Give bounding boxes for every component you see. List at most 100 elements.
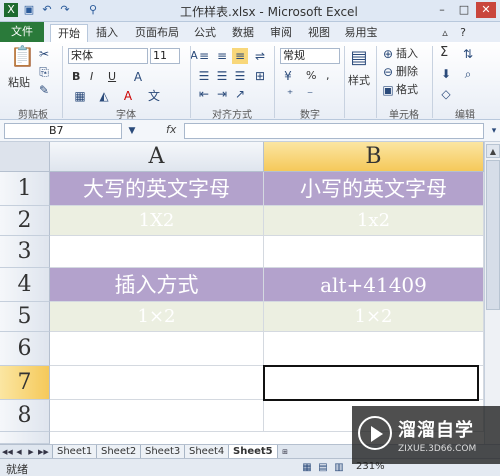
insert-cells-icon[interactable]: ⊕ bbox=[380, 46, 396, 62]
find-icon[interactable]: ⌕ bbox=[460, 66, 476, 82]
decrease-decimal-icon[interactable]: ⁻ bbox=[302, 86, 318, 102]
delete-cells-icon[interactable]: ⊖ bbox=[380, 64, 396, 80]
cell-a4[interactable]: 插入方式 bbox=[50, 268, 264, 302]
align-top-icon[interactable]: ≡ bbox=[196, 48, 212, 64]
currency-icon[interactable]: ¥ bbox=[280, 68, 296, 84]
bold-button[interactable]: B bbox=[72, 70, 80, 84]
new-sheet-icon[interactable]: ⊞ bbox=[278, 446, 292, 458]
cell-a5[interactable]: 1×2 bbox=[50, 302, 264, 332]
wrap-text-icon[interactable]: ⇌ bbox=[252, 48, 268, 64]
copy-icon[interactable]: ⎘ bbox=[36, 64, 52, 80]
orientation-icon[interactable]: ↗ bbox=[232, 86, 248, 102]
close-icon[interactable]: ✕ bbox=[476, 2, 496, 18]
tab-insert[interactable]: 插入 bbox=[92, 24, 122, 42]
decrease-indent-icon[interactable]: ⇤ bbox=[196, 86, 212, 102]
row-header-7[interactable]: 7 bbox=[0, 366, 50, 400]
prev-sheet-icon[interactable]: ◀ bbox=[14, 446, 24, 458]
page-break-view-icon[interactable]: ▥ bbox=[332, 460, 346, 474]
minimize-icon[interactable]: – bbox=[432, 2, 452, 18]
tab-review[interactable]: 审阅 bbox=[266, 24, 296, 42]
first-sheet-icon[interactable]: ◀◀ bbox=[2, 446, 13, 458]
number-format-select[interactable]: 常规 bbox=[280, 48, 340, 64]
insert-function-button[interactable]: fx bbox=[166, 123, 176, 136]
font-color-icon[interactable]: A bbox=[130, 69, 146, 85]
formula-input[interactable] bbox=[184, 123, 484, 139]
name-box[interactable]: B7 bbox=[4, 123, 122, 139]
scroll-thumb[interactable] bbox=[486, 160, 500, 310]
delete-cells-button[interactable]: 删除 bbox=[396, 65, 418, 79]
cut-icon[interactable]: ✂ bbox=[36, 46, 52, 62]
borders-icon[interactable]: ▦ bbox=[72, 88, 88, 104]
row-header-3[interactable]: 3 bbox=[0, 236, 50, 268]
name-box-dropdown-icon[interactable]: ▼ bbox=[124, 123, 140, 139]
merge-icon[interactable]: ⊞ bbox=[252, 68, 268, 84]
vertical-scrollbar[interactable]: ▲ bbox=[484, 142, 500, 444]
align-right-icon[interactable]: ☰ bbox=[232, 68, 248, 84]
tab-easy-use[interactable]: 易用宝 bbox=[340, 24, 382, 42]
sheet-tab-5[interactable]: Sheet5 bbox=[228, 445, 278, 459]
sheet-tab-3[interactable]: Sheet3 bbox=[140, 445, 186, 459]
cell-a6[interactable] bbox=[50, 332, 264, 366]
column-header-a[interactable]: A bbox=[50, 142, 264, 172]
font-color-red-icon[interactable]: A bbox=[120, 88, 136, 104]
format-painter-icon[interactable]: ✎ bbox=[36, 82, 52, 98]
undo-icon[interactable]: ↶ bbox=[40, 3, 54, 17]
fill-icon[interactable]: ⬇ bbox=[438, 66, 454, 82]
cell-a2[interactable]: 1X2 bbox=[50, 206, 264, 236]
clear-icon[interactable]: ◇ bbox=[438, 86, 454, 102]
italic-button[interactable]: I bbox=[90, 70, 93, 84]
tab-view[interactable]: 视图 bbox=[304, 24, 334, 42]
cell-a1[interactable]: 大写的英文字母 bbox=[50, 172, 264, 206]
align-left-icon[interactable]: ☰ bbox=[196, 68, 212, 84]
maximize-icon[interactable]: □ bbox=[454, 2, 474, 18]
cell-b1[interactable]: 小写的英文字母 bbox=[264, 172, 484, 206]
sheet-tab-2[interactable]: Sheet2 bbox=[96, 445, 142, 459]
column-header-b[interactable]: B bbox=[264, 142, 484, 172]
increase-indent-icon[interactable]: ⇥ bbox=[214, 86, 230, 102]
cell-a8[interactable] bbox=[50, 400, 264, 432]
cell-b5[interactable]: 1×2 bbox=[264, 302, 484, 332]
sheet-tab-4[interactable]: Sheet4 bbox=[184, 445, 230, 459]
underline-button[interactable]: U bbox=[108, 70, 116, 84]
scroll-up-icon[interactable]: ▲ bbox=[486, 144, 500, 158]
tab-home[interactable]: 开始 bbox=[50, 24, 88, 42]
insert-cells-button[interactable]: 插入 bbox=[396, 47, 418, 61]
autosum-button[interactable]: Σ bbox=[440, 46, 448, 60]
help-icon[interactable]: ? bbox=[456, 24, 470, 42]
tab-page-layout[interactable]: 页面布局 bbox=[130, 24, 184, 42]
tab-formulas[interactable]: 公式 bbox=[190, 24, 220, 42]
page-layout-view-icon[interactable]: ▤ bbox=[316, 460, 330, 474]
redo-icon[interactable]: ↷ bbox=[58, 3, 72, 17]
cell-b4[interactable]: alt+41409 bbox=[264, 268, 484, 302]
cell-b3[interactable] bbox=[264, 236, 484, 268]
sheet-tab-1[interactable]: Sheet1 bbox=[52, 445, 98, 459]
percent-button[interactable]: % bbox=[306, 69, 316, 83]
increase-decimal-icon[interactable]: ⁺ bbox=[282, 86, 298, 102]
save-icon[interactable]: ▣ bbox=[22, 3, 36, 17]
fill-color-icon[interactable]: ◭ bbox=[96, 88, 112, 104]
paste-button[interactable]: 粘贴 bbox=[8, 76, 30, 90]
align-middle-icon[interactable]: ≡ bbox=[214, 48, 230, 64]
ribbon-minimize-icon[interactable]: ▵ bbox=[438, 24, 452, 42]
paste-icon[interactable]: 📋 bbox=[10, 46, 35, 74]
row-header-8[interactable]: 8 bbox=[0, 400, 50, 432]
align-bottom-icon[interactable]: ≡ bbox=[232, 48, 248, 64]
select-all-corner[interactable] bbox=[0, 142, 50, 172]
tab-file[interactable]: 文件 bbox=[0, 22, 44, 42]
next-sheet-icon[interactable]: ▶ bbox=[26, 446, 36, 458]
cell-a7[interactable] bbox=[50, 366, 264, 400]
row-header-5[interactable]: 5 bbox=[0, 302, 50, 332]
cell-b2[interactable]: 1x2 bbox=[264, 206, 484, 236]
row-header-2[interactable]: 2 bbox=[0, 206, 50, 236]
cell-a3[interactable] bbox=[50, 236, 264, 268]
normal-view-icon[interactable]: ▦ bbox=[300, 460, 314, 474]
phonetic-icon[interactable]: 文 bbox=[146, 88, 162, 104]
row-header-6[interactable]: 6 bbox=[0, 332, 50, 366]
font-family-select[interactable]: 宋体 bbox=[68, 48, 148, 64]
quick-access-icon[interactable]: ⚲ bbox=[86, 3, 100, 17]
row-header-9[interactable] bbox=[0, 432, 50, 444]
sort-filter-icon[interactable]: ⇅ bbox=[460, 46, 476, 62]
expand-formula-icon[interactable]: ▾ bbox=[486, 123, 500, 139]
format-cells-button[interactable]: 格式 bbox=[396, 83, 418, 97]
last-sheet-icon[interactable]: ▶▶ bbox=[38, 446, 49, 458]
